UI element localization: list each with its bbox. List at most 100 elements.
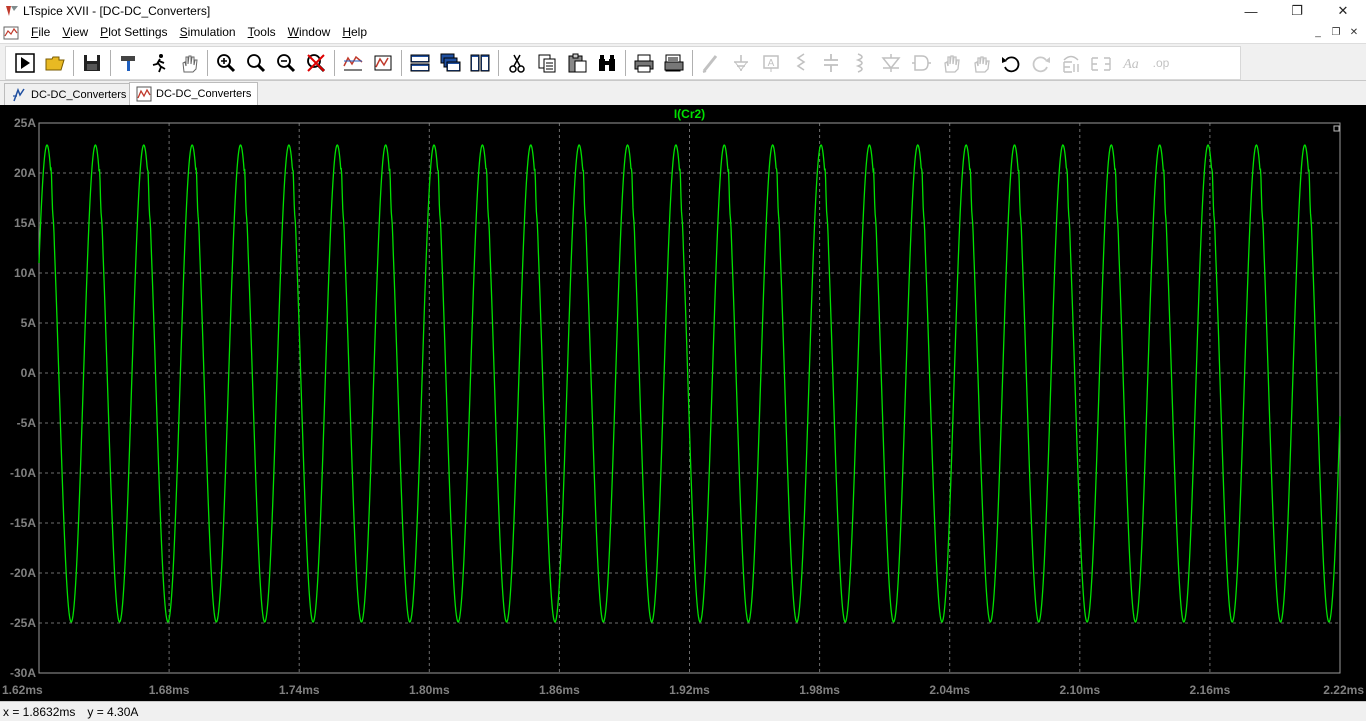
drag-button[interactable] bbox=[966, 48, 996, 78]
binoculars-button[interactable] bbox=[592, 48, 622, 78]
y-tick-label[interactable]: 15A bbox=[14, 216, 36, 230]
cascade-button[interactable] bbox=[435, 48, 465, 78]
tab-waveform[interactable]: DC-DC_Converters bbox=[129, 82, 259, 105]
status-bar: x = 1.8632ms y = 4.30A bbox=[0, 701, 1366, 721]
diode-button[interactable] bbox=[876, 48, 906, 78]
menu-label-rest: indow bbox=[298, 25, 331, 39]
zoom-in-button[interactable] bbox=[211, 48, 241, 78]
menu-accel-letter: V bbox=[62, 25, 71, 39]
zoom-in-icon bbox=[217, 54, 236, 73]
x-tick-label[interactable]: 1.62ms bbox=[2, 683, 43, 697]
menu-simulation[interactable]: Simulation bbox=[174, 22, 242, 43]
rotate-button[interactable] bbox=[1056, 48, 1086, 78]
y-tick-label[interactable]: 0A bbox=[21, 366, 37, 380]
menu-tools[interactable]: Tools bbox=[242, 22, 282, 43]
resistor-button[interactable] bbox=[786, 48, 816, 78]
x-tick-label[interactable]: 1.80ms bbox=[409, 683, 450, 697]
title-bar[interactable]: LTspice XVII - [DC-DC_Converters] — ❐ ✕ bbox=[0, 0, 1366, 22]
component-button[interactable] bbox=[906, 48, 936, 78]
menu-accel-letter: W bbox=[287, 25, 299, 39]
y-tick-label[interactable]: -30A bbox=[10, 666, 36, 680]
menu-file[interactable]: File bbox=[25, 22, 56, 43]
inductor-button[interactable] bbox=[846, 48, 876, 78]
zoom-cancel-button[interactable] bbox=[301, 48, 331, 78]
text-button[interactable]: Aa bbox=[1116, 48, 1146, 78]
drag-icon bbox=[974, 56, 990, 73]
x-tick-label[interactable]: 1.86ms bbox=[539, 683, 580, 697]
menu-accel-letter: P bbox=[100, 25, 109, 39]
capacitor-icon bbox=[824, 54, 838, 72]
toolbar-separator bbox=[692, 50, 693, 76]
running-man-button[interactable] bbox=[144, 48, 174, 78]
menu-help[interactable]: Help bbox=[336, 22, 373, 43]
cursor-y-readout: y = 4.30A bbox=[87, 704, 139, 719]
autorange-button[interactable] bbox=[338, 48, 368, 78]
scissors-button[interactable] bbox=[502, 48, 532, 78]
trace-label-icr2[interactable]: I(Cr2) bbox=[674, 107, 705, 121]
spice-directive-button[interactable]: .op bbox=[1146, 48, 1176, 78]
minimize-button[interactable]: — bbox=[1228, 0, 1274, 22]
zoom-cancel-icon bbox=[307, 54, 326, 73]
y-tick-label[interactable]: 10A bbox=[14, 266, 36, 280]
svg-text:.op: .op bbox=[1153, 56, 1170, 70]
y-tick-label[interactable]: -10A bbox=[10, 466, 36, 480]
x-tick-label[interactable]: 1.98ms bbox=[799, 683, 840, 697]
tab-schematic[interactable]: DC-DC_Converters bbox=[4, 83, 134, 105]
zoom-out-icon bbox=[277, 54, 296, 73]
annotate-icon bbox=[374, 55, 392, 71]
wire-button[interactable] bbox=[696, 48, 726, 78]
move-button[interactable] bbox=[936, 48, 966, 78]
x-tick-label[interactable]: 1.92ms bbox=[669, 683, 710, 697]
menu-plot-settings[interactable]: Plot Settings bbox=[94, 22, 173, 43]
y-tick-label[interactable]: 20A bbox=[14, 166, 36, 180]
mdi-restore-button[interactable]: ❐ bbox=[1328, 24, 1344, 40]
y-tick-label[interactable]: 5A bbox=[21, 316, 37, 330]
x-tick-label[interactable]: 2.04ms bbox=[929, 683, 970, 697]
waveform-plot-pane[interactable]: 25A 20A 15A 10A 5A 0A -5A -10A -15A -20A -25A -30A … bbox=[0, 105, 1366, 701]
x-tick-label[interactable]: 2.22ms bbox=[1323, 683, 1364, 697]
y-tick-label[interactable]: -25A bbox=[10, 616, 36, 630]
menu-window[interactable]: Window bbox=[282, 22, 337, 43]
close-button[interactable]: ✕ bbox=[1320, 0, 1366, 22]
zoom-area-button[interactable] bbox=[241, 48, 271, 78]
y-tick-label[interactable]: -15A bbox=[10, 516, 36, 530]
zoom-out-button[interactable] bbox=[271, 48, 301, 78]
undo-button[interactable] bbox=[996, 48, 1026, 78]
ground-button[interactable] bbox=[726, 48, 756, 78]
maximize-button[interactable]: ❐ bbox=[1274, 0, 1320, 22]
y-tick-label[interactable]: -5A bbox=[17, 416, 37, 430]
y-tick-label[interactable]: -20A bbox=[10, 566, 36, 580]
print-preview-button[interactable] bbox=[659, 48, 689, 78]
component-icon bbox=[912, 55, 931, 71]
mdi-minimize-button[interactable]: _ bbox=[1310, 24, 1326, 40]
hammer-button[interactable] bbox=[114, 48, 144, 78]
save-button[interactable] bbox=[77, 48, 107, 78]
run-button[interactable] bbox=[10, 48, 40, 78]
print-button[interactable] bbox=[629, 48, 659, 78]
open-button[interactable] bbox=[40, 48, 70, 78]
x-tick-label[interactable]: 1.74ms bbox=[279, 683, 320, 697]
copy-button[interactable] bbox=[532, 48, 562, 78]
mirror-button[interactable] bbox=[1086, 48, 1116, 78]
label-button[interactable]: A bbox=[756, 48, 786, 78]
mirror-icon bbox=[1091, 57, 1111, 71]
tile-horizontal-icon bbox=[410, 54, 430, 72]
document-icon[interactable] bbox=[3, 25, 19, 41]
x-tick-label[interactable]: 1.68ms bbox=[149, 683, 190, 697]
hand-button[interactable] bbox=[174, 48, 204, 78]
hand-icon bbox=[182, 55, 198, 73]
x-tick-label[interactable]: 2.16ms bbox=[1190, 683, 1231, 697]
waveform-chart[interactable]: 25A20A15A10A5A0A-5A-10A-15A-20A-25A-30A … bbox=[0, 105, 1366, 701]
annotate-button[interactable] bbox=[368, 48, 398, 78]
binoculars-icon bbox=[599, 55, 615, 71]
paste-button[interactable] bbox=[562, 48, 592, 78]
menu-view[interactable]: View bbox=[56, 22, 94, 43]
mdi-close-button[interactable]: ✕ bbox=[1346, 24, 1362, 40]
y-tick-label[interactable]: 25A bbox=[14, 116, 36, 130]
redo-button[interactable] bbox=[1026, 48, 1056, 78]
capacitor-button[interactable] bbox=[816, 48, 846, 78]
toolbar-separator bbox=[625, 50, 626, 76]
x-tick-label[interactable]: 2.10ms bbox=[1059, 683, 1100, 697]
tile-horizontal-button[interactable] bbox=[405, 48, 435, 78]
tile-vertical-button[interactable] bbox=[465, 48, 495, 78]
